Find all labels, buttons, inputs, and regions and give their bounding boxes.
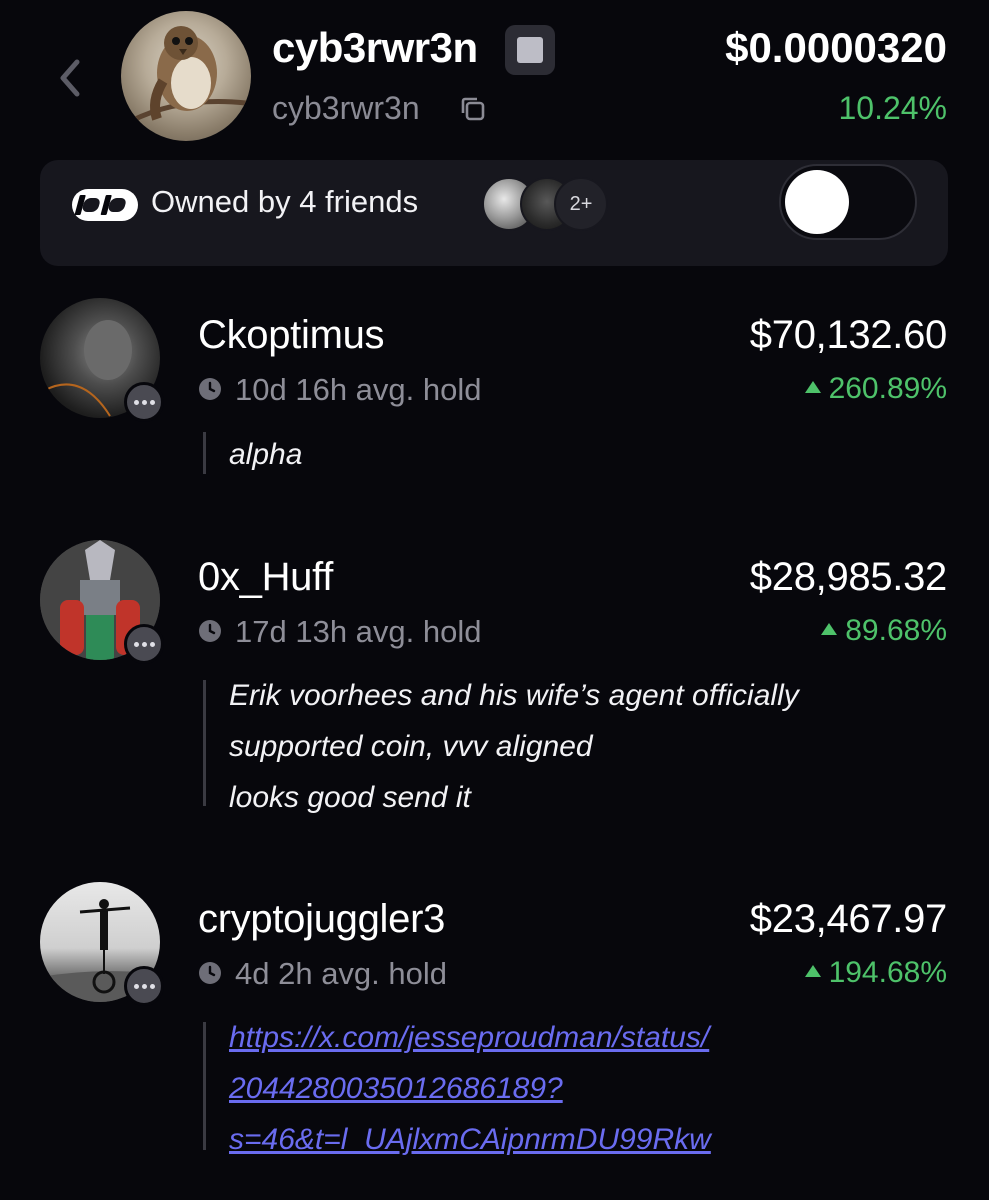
friends-avatars[interactable]: 2+ bbox=[482, 177, 612, 231]
quote-bar bbox=[203, 1022, 206, 1150]
chat-icon[interactable] bbox=[124, 382, 164, 422]
clock-icon bbox=[198, 619, 222, 648]
holder-change: 194.68% bbox=[804, 956, 947, 990]
holder-change: 260.89% bbox=[804, 372, 947, 406]
holder-name[interactable]: cryptojuggler3 bbox=[198, 897, 445, 942]
holder-change: 89.68% bbox=[821, 614, 947, 648]
holder-comment: alpha bbox=[229, 438, 303, 471]
holder-value: $70,132.60 bbox=[749, 313, 948, 357]
token-change: 10.24% bbox=[838, 90, 947, 126]
clock-icon bbox=[198, 377, 222, 406]
back-button[interactable] bbox=[52, 56, 88, 100]
up-triangle-icon bbox=[804, 965, 821, 978]
token-badge bbox=[505, 25, 555, 75]
token-name: cyb3rwr3n bbox=[272, 24, 478, 71]
friends-logo-icon bbox=[70, 187, 140, 223]
toggle-knob bbox=[785, 170, 849, 234]
holder-comment-link[interactable]: https://x.com/jesseproudman/status/ 2044… bbox=[229, 1012, 711, 1165]
bird-image bbox=[129, 26, 247, 124]
hold-duration: 10d 16h avg. hold bbox=[235, 372, 482, 407]
quote-bar bbox=[203, 680, 206, 806]
friends-more-count: 2+ bbox=[554, 177, 608, 231]
chat-icon[interactable] bbox=[124, 624, 164, 664]
holder-value: $23,467.97 bbox=[749, 897, 948, 941]
friends-label: Owned by 4 friends bbox=[151, 184, 419, 219]
copy-icon[interactable] bbox=[458, 94, 488, 124]
token-price: $0.0000320 bbox=[725, 24, 947, 71]
holder-name[interactable]: Ckoptimus bbox=[198, 313, 385, 358]
holder-comment: Erik voorhees and his wife’s agent offic… bbox=[229, 679, 799, 814]
holder-name[interactable]: 0x_Huff bbox=[198, 555, 333, 600]
chat-icon[interactable] bbox=[124, 966, 164, 1006]
up-triangle-icon bbox=[821, 623, 838, 636]
chevron-left-icon bbox=[60, 59, 80, 97]
quote-bar bbox=[203, 432, 206, 474]
hold-duration: 17d 13h avg. hold bbox=[235, 614, 482, 649]
clock-icon bbox=[198, 961, 222, 990]
holder-value: $28,985.32 bbox=[749, 555, 948, 599]
up-triangle-icon bbox=[804, 381, 821, 394]
token-avatar bbox=[121, 11, 251, 141]
token-handle: cyb3rwr3n bbox=[272, 90, 420, 126]
hold-duration: 4d 2h avg. hold bbox=[235, 956, 448, 991]
